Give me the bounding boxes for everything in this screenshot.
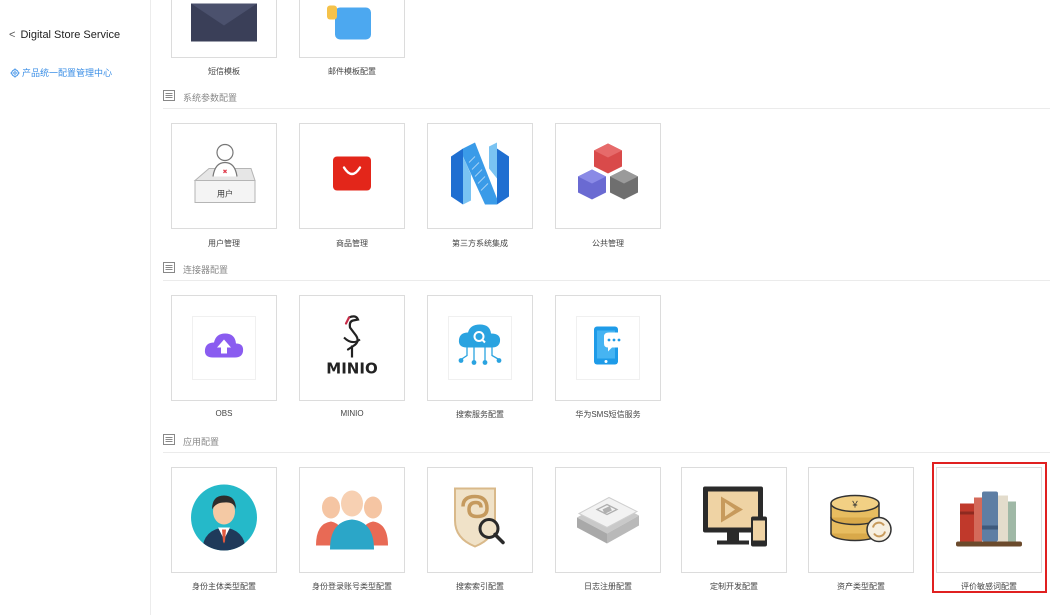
label-obs: OBS (215, 409, 233, 418)
label-product-management: 商品管理 (336, 239, 368, 248)
section-header-apps: 应用配置 (163, 432, 1050, 453)
label-asset-type: 资产类型配置 (837, 582, 885, 591)
log-device-icon (573, 488, 643, 553)
card-identity-subject-type[interactable] (171, 467, 277, 573)
card-sms-template[interactable] (171, 0, 277, 58)
section-header-connectors: 连接器配置 (163, 260, 1050, 281)
sidebar-item-config-center[interactable]: 产品统一配置管理中心 (10, 66, 112, 79)
monitor-play-icon (699, 485, 769, 556)
label-huawei-sms: 华为SMS短信服务 (575, 410, 641, 419)
card-obs[interactable] (171, 295, 277, 401)
card-search-index[interactable] (427, 467, 533, 573)
back-link-label: Digital Store Service (20, 29, 121, 41)
back-link[interactable]: < Digital Store Service (9, 29, 120, 41)
section-header-system-params: 系统参数配置 (163, 88, 1050, 109)
people-group-icon (316, 486, 388, 555)
card-product-management[interactable] (299, 123, 405, 229)
shield-search-icon (449, 485, 511, 556)
label-sms-template: 短信模板 (208, 67, 240, 76)
label-identity-subject-type: 身份主体类型配置 (192, 582, 256, 591)
label-custom-development: 定制开发配置 (710, 582, 758, 591)
coin-symbol-text: ￥ (850, 501, 859, 511)
label-user-management: 用户管理 (208, 239, 240, 248)
label-search-index: 搜索索引配置 (456, 582, 504, 591)
card-public-management[interactable] (555, 123, 661, 229)
label-third-party-integration: 第三方系统集成 (452, 239, 508, 248)
label-log-registration: 日志注册配置 (584, 582, 632, 591)
card-minio[interactable]: MINIO (299, 295, 405, 401)
card-user-management[interactable]: ✖ 用户 (171, 123, 277, 229)
section-title: 连接器配置 (183, 265, 229, 275)
card-log-registration[interactable] (555, 467, 661, 573)
section-title: 应用配置 (183, 437, 220, 447)
sidebar: < Digital Store Service 产品统一配置管理中心 (0, 0, 151, 615)
cubes-icon (574, 140, 642, 213)
n-logo-icon (445, 139, 515, 214)
label-email-template: 邮件模板配置 (328, 67, 376, 76)
user-box-icon: ✖ 用户 (189, 141, 259, 212)
card-third-party-integration[interactable] (427, 123, 533, 229)
user-box-text: 用户 (217, 189, 233, 199)
card-huawei-sms[interactable] (555, 295, 661, 401)
minio-logo-text: MINIO (326, 360, 377, 378)
person-avatar-icon (190, 484, 258, 557)
cloud-upload-icon (203, 332, 245, 365)
card-custom-development[interactable] (681, 467, 787, 573)
list-icon (163, 90, 175, 101)
chevron-left-icon: < (9, 29, 16, 41)
card-search-service[interactable] (427, 295, 533, 401)
card-asset-type[interactable]: ￥ (808, 467, 914, 573)
card-email-template[interactable] (299, 0, 405, 58)
label-identity-login-account-type: 身份登录账号类型配置 (312, 582, 392, 591)
svg-text:✖: ✖ (222, 169, 227, 176)
label-search-service: 搜索服务配置 (456, 410, 504, 419)
shopping-bag-icon (333, 156, 371, 196)
list-icon (163, 434, 175, 445)
sms-template-icon (191, 3, 257, 48)
minio-logo-icon: MINIO (320, 314, 384, 383)
config-center-label: 产品统一配置管理中心 (22, 68, 113, 78)
section-title: 系统参数配置 (183, 93, 238, 103)
label-public-management: 公共管理 (592, 239, 624, 248)
phone-chat-icon (590, 325, 626, 372)
email-template-icon (327, 3, 377, 48)
list-icon (163, 262, 175, 273)
search-cloud-icon (455, 324, 505, 373)
label-minio: MINIO (340, 409, 364, 418)
gear-icon (10, 68, 20, 78)
card-identity-login-account-type[interactable] (299, 467, 405, 573)
selection-highlight (932, 462, 1047, 593)
main-content: 短信模板 邮件模板配置 系统参数配置 ✖ 用户 用户管理 商品管理 第三方系统集… (150, 0, 1051, 615)
coins-icon: ￥ (827, 490, 895, 551)
